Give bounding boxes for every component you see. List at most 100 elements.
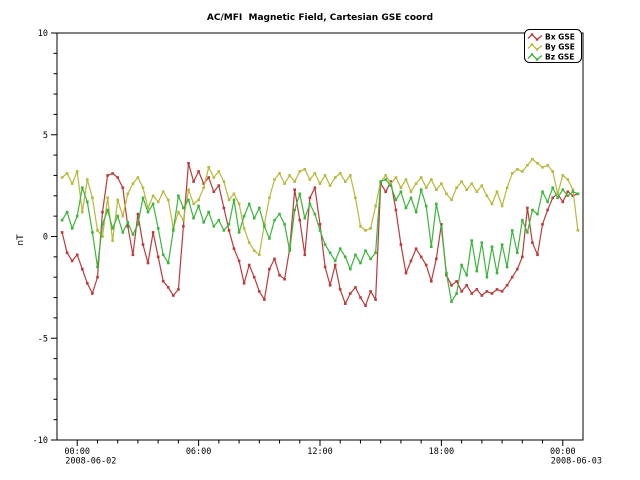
data-point-marker <box>430 245 433 248</box>
data-point-marker <box>116 176 119 179</box>
data-point-marker <box>111 227 114 230</box>
legend-item-by: By GSE <box>545 43 575 52</box>
data-point-marker <box>81 211 84 214</box>
data-point-marker <box>207 166 210 169</box>
data-point-marker <box>283 278 286 281</box>
data-point-marker <box>506 266 509 269</box>
data-point-marker <box>369 227 372 230</box>
data-point-marker <box>334 176 337 179</box>
data-point-marker <box>288 174 291 177</box>
data-point-marker <box>243 215 246 218</box>
data-point-marker <box>551 186 554 189</box>
data-point-marker <box>526 231 529 234</box>
data-point-marker <box>253 276 256 279</box>
data-series <box>61 158 579 307</box>
data-point-marker <box>460 180 463 183</box>
data-point-marker <box>369 290 372 293</box>
data-point-marker <box>304 217 307 220</box>
data-point-marker <box>314 186 317 189</box>
data-point-marker <box>213 190 216 193</box>
data-point-marker <box>491 292 494 295</box>
data-point-marker <box>228 229 231 232</box>
data-point-marker <box>253 249 256 252</box>
data-point-marker <box>440 182 443 185</box>
x-tick-label: 18:00 <box>429 447 455 457</box>
data-point-marker <box>162 190 165 193</box>
data-point-marker <box>132 233 135 236</box>
data-point-marker <box>288 249 291 252</box>
data-point-marker <box>516 252 519 255</box>
data-point-marker <box>450 300 453 303</box>
data-point-marker <box>405 207 408 210</box>
data-point-marker <box>329 184 332 187</box>
data-point-marker <box>460 290 463 293</box>
data-point-marker <box>122 215 125 218</box>
data-point-marker <box>481 294 484 297</box>
data-point-marker <box>470 182 473 185</box>
data-point-marker <box>122 231 125 234</box>
data-point-marker <box>162 254 165 257</box>
data-point-marker <box>142 243 145 246</box>
data-point-marker <box>86 201 89 204</box>
data-point-marker <box>465 274 468 277</box>
data-point-marker <box>374 298 377 301</box>
data-point-marker <box>238 203 241 206</box>
data-point-marker <box>344 302 347 305</box>
data-point-marker <box>572 190 575 193</box>
data-point-marker <box>111 239 114 242</box>
data-point-marker <box>445 193 448 196</box>
data-point-marker <box>359 262 362 265</box>
data-point-marker <box>536 213 539 216</box>
data-point-marker <box>172 229 175 232</box>
chart-title: AC/MFI Magnetic Field, Cartesian GSE coo… <box>207 13 433 23</box>
data-point-marker <box>132 254 135 257</box>
data-point-marker <box>470 292 473 295</box>
data-point-marker <box>470 239 473 242</box>
data-point-marker <box>430 280 433 283</box>
data-point-marker <box>76 215 79 218</box>
data-point-marker <box>157 256 160 259</box>
data-point-marker <box>273 219 276 222</box>
data-point-marker <box>152 231 155 234</box>
data-point-marker <box>96 266 99 269</box>
data-point-marker <box>415 247 418 250</box>
data-point-marker <box>157 201 160 204</box>
data-point-marker <box>61 219 64 222</box>
data-point-marker <box>516 268 519 271</box>
data-point-marker <box>233 247 236 250</box>
data-point-marker <box>577 193 580 196</box>
data-point-marker <box>101 223 104 226</box>
data-point-marker <box>349 292 352 295</box>
data-point-marker <box>486 195 489 198</box>
y-tick-label: -10 <box>33 436 48 446</box>
data-point-marker <box>147 262 150 265</box>
data-point-marker <box>324 266 327 269</box>
data-point-marker <box>410 260 413 263</box>
data-point-marker <box>233 199 236 202</box>
data-point-marker <box>248 264 251 267</box>
data-point-marker <box>309 203 312 206</box>
data-point-marker <box>521 170 524 173</box>
data-point-marker <box>521 219 524 222</box>
data-point-marker <box>299 219 302 222</box>
data-point-marker <box>496 190 499 193</box>
data-point-marker <box>172 294 175 297</box>
data-point-marker <box>106 174 109 177</box>
y-axis-label: nT <box>16 234 26 246</box>
data-point-marker <box>192 180 195 183</box>
data-point-marker <box>162 280 165 283</box>
data-point-marker <box>197 205 200 208</box>
legend-item-bz: Bz GSE <box>545 53 574 62</box>
data-point-marker <box>339 288 342 291</box>
data-point-marker <box>86 282 89 285</box>
data-point-marker <box>541 166 544 169</box>
data-point-marker <box>258 290 261 293</box>
data-point-marker <box>511 172 514 175</box>
data-point-marker <box>258 207 261 210</box>
data-point-marker <box>202 186 205 189</box>
data-point-marker <box>374 252 377 255</box>
data-point-marker <box>324 243 327 246</box>
data-point-marker <box>71 227 74 230</box>
data-point-marker <box>293 209 296 212</box>
data-point-marker <box>167 199 170 202</box>
